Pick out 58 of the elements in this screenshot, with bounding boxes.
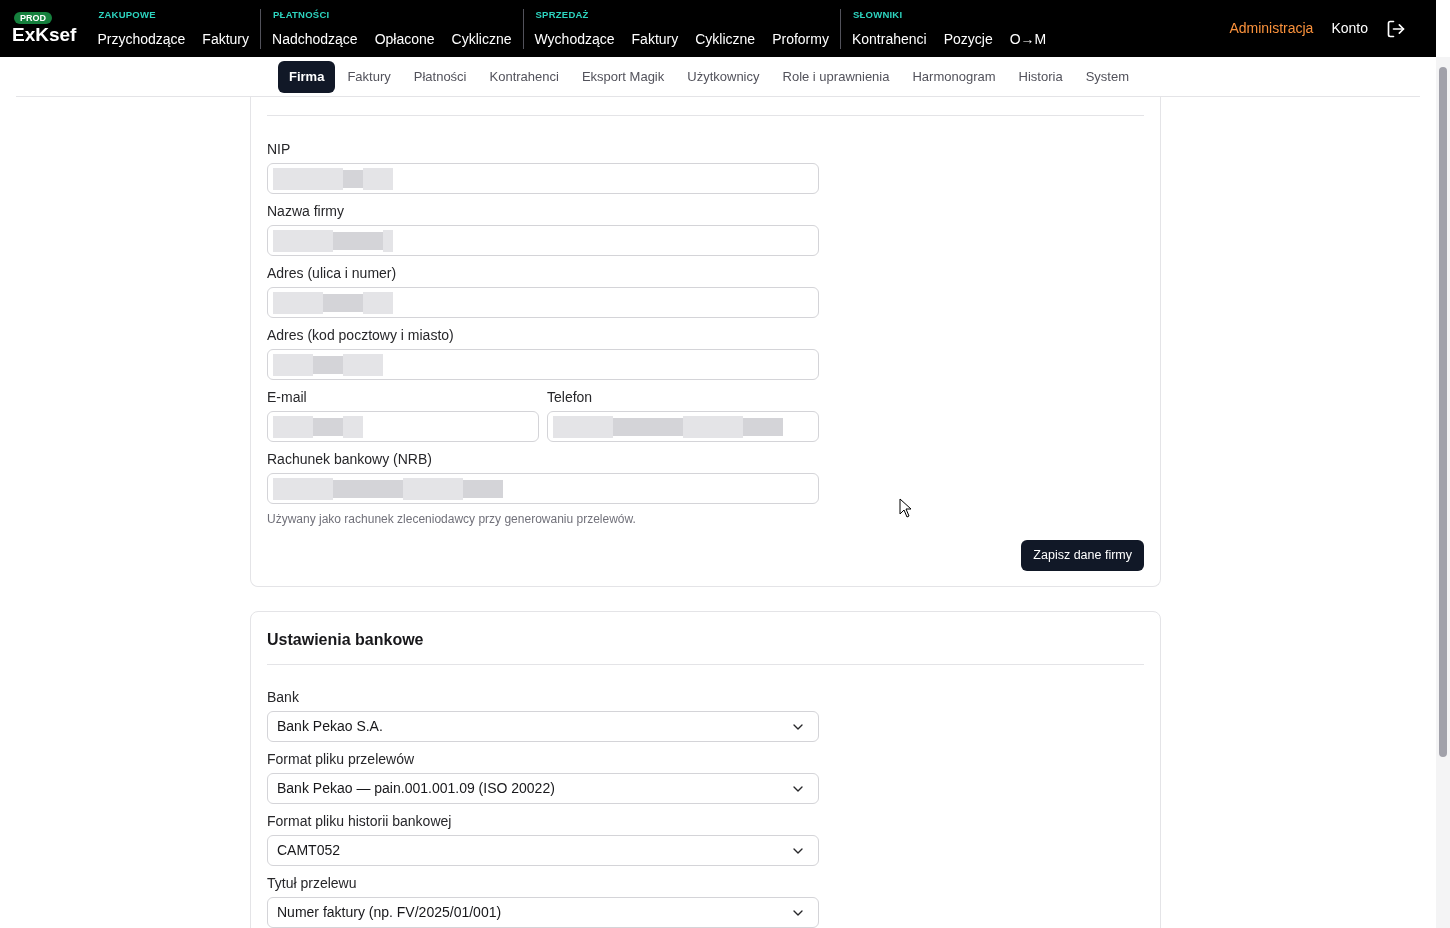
select-field[interactable]: Numer faktury (np. FV/2025/01/001) bbox=[267, 897, 819, 928]
input-field[interactable] bbox=[267, 349, 819, 380]
nav-link[interactable]: Kontrahenci bbox=[850, 28, 928, 49]
nav-link[interactable]: Faktury bbox=[201, 28, 251, 49]
field-label: E-mail bbox=[267, 388, 308, 407]
scrollbar[interactable] bbox=[1436, 57, 1450, 928]
environment-badge: PROD bbox=[14, 11, 52, 24]
settings-tab[interactable]: Eksport Magik bbox=[570, 60, 676, 93]
settings-tab[interactable]: System bbox=[1074, 60, 1140, 93]
nav-link[interactable]: Faktury bbox=[630, 28, 680, 49]
select-field[interactable]: CAMT052 bbox=[267, 835, 819, 866]
input-field[interactable] bbox=[267, 473, 819, 504]
app-logo[interactable]: ExKsef bbox=[12, 23, 77, 46]
nav-link[interactable]: Administracja bbox=[1229, 18, 1314, 39]
field-label: Adres (ulica i numer) bbox=[267, 264, 398, 283]
nav-link[interactable]: Cykliczne bbox=[694, 28, 757, 49]
nav-link[interactable]: Konto bbox=[1331, 18, 1368, 39]
settings-tab[interactable]: Płatności bbox=[402, 60, 478, 93]
input-field[interactable] bbox=[267, 163, 819, 194]
nav-link[interactable]: Pozycje bbox=[942, 28, 994, 49]
nav-group-label: SPRZEDAŻ bbox=[534, 8, 590, 21]
nav-group-label: ZAKUPOWE bbox=[97, 8, 157, 21]
field-label: NIP bbox=[267, 140, 292, 159]
nav-group-label: PŁATNOŚCI bbox=[272, 8, 331, 21]
select-field[interactable]: Bank Pekao — pain.001.001.09 (ISO 20022) bbox=[267, 773, 819, 804]
nav-link[interactable]: O→M bbox=[1008, 28, 1048, 49]
settings-tab[interactable]: Firma bbox=[278, 60, 336, 93]
field-label: Nazwa firmy bbox=[267, 202, 345, 221]
nav-group-label: SŁOWNIKI bbox=[851, 8, 904, 21]
nav-link[interactable]: Nadchodzące bbox=[271, 28, 359, 49]
settings-tab[interactable]: Harmonogram bbox=[901, 60, 1007, 93]
field-label: Bank bbox=[267, 688, 300, 707]
select-field[interactable]: Bank Pekao S.A. bbox=[267, 711, 819, 742]
save-button[interactable]: Zapisz dane firmy bbox=[1021, 540, 1144, 571]
field-label: Tytuł przelewu bbox=[267, 874, 358, 893]
nav-link[interactable]: Opłacone bbox=[373, 28, 436, 49]
field-label: Rachunek bankowy (NRB) bbox=[267, 450, 433, 469]
field-label: Format pliku przelewów bbox=[267, 750, 416, 769]
settings-tab[interactable]: Faktury bbox=[336, 60, 402, 93]
settings-tab[interactable]: Użytkownicy bbox=[676, 60, 771, 93]
help-text: Używany jako rachunek zleceniodawcy przy generowaniu przelewów. bbox=[267, 511, 637, 528]
settings-tab[interactable]: Kontrahenci bbox=[478, 60, 570, 93]
settings-tab[interactable]: Role i uprawnienia bbox=[771, 60, 901, 93]
input-field[interactable] bbox=[547, 411, 819, 442]
card-title: Ustawienia bankowe bbox=[267, 628, 1144, 665]
settings-tab[interactable]: Historia bbox=[1007, 60, 1074, 93]
nav-link[interactable]: Przychodzące bbox=[96, 28, 187, 49]
nav-link[interactable]: Wychodzące bbox=[533, 28, 616, 49]
mouse-cursor-icon bbox=[899, 498, 913, 518]
field-label: Telefon bbox=[547, 388, 594, 407]
logout-icon[interactable] bbox=[1386, 18, 1406, 39]
nav-link[interactable]: Cykliczne bbox=[450, 28, 513, 49]
nav-link[interactable]: Proformy bbox=[771, 28, 830, 49]
input-field[interactable] bbox=[267, 287, 819, 318]
input-field[interactable] bbox=[267, 411, 539, 442]
field-label: Format pliku historii bankowej bbox=[267, 812, 453, 831]
input-field[interactable] bbox=[267, 225, 819, 256]
field-label: Adres (kod pocztowy i miasto) bbox=[267, 326, 455, 345]
